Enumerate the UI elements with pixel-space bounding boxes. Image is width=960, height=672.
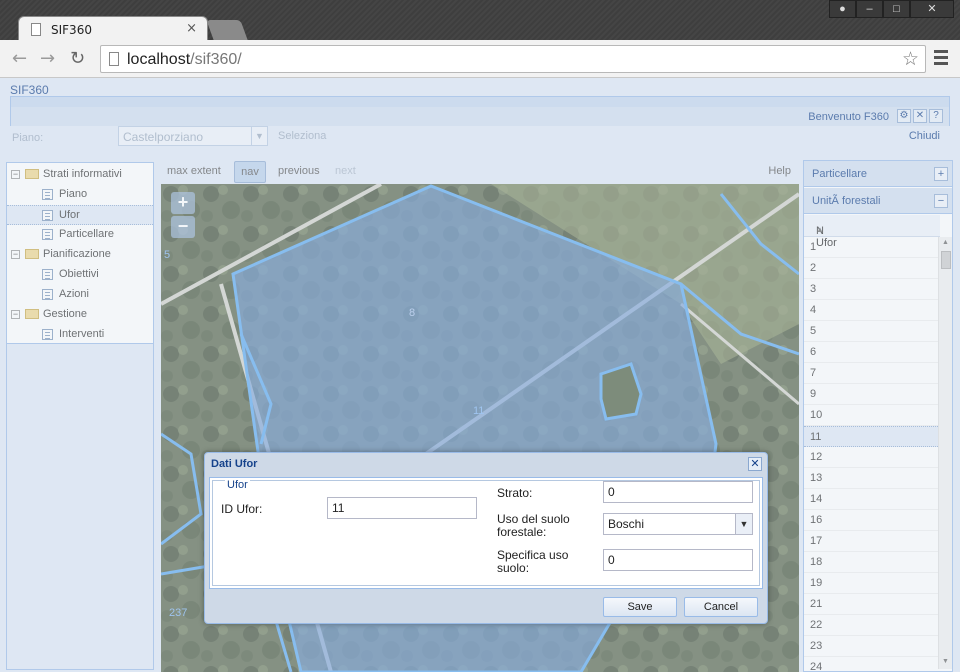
uso-suolo-label: Uso del suolo forestale: [497,512,570,539]
browser-tab[interactable]: SIF360 × [18,16,208,42]
dati-ufor-dialog: Dati Ufor ✕ Ufor ID Ufor: 11 Strato: 0 U… [204,452,768,624]
menu-icon[interactable] [934,50,948,68]
browser-toolbar: ← → ↻ localhost/sif360/ ☆ [0,40,960,78]
user-icon[interactable]: ● [829,0,856,18]
tab-close-icon[interactable]: × [186,21,197,36]
forward-arrow-icon[interactable]: → [40,48,55,69]
ufor-fieldset: Ufor ID Ufor: 11 Strato: 0 Uso del suolo… [212,479,760,586]
cancel-button[interactable]: Cancel [684,597,758,617]
reload-icon[interactable]: ↻ [70,48,85,69]
id-ufor-field[interactable]: 11 [327,497,477,519]
strato-label: Strato: [497,486,533,500]
page-icon [31,23,41,36]
dialog-body: Ufor ID Ufor: 11 Strato: 0 Uso del suolo… [209,477,763,589]
maximize-button[interactable]: □ [883,0,910,18]
bookmark-star-icon[interactable]: ☆ [902,48,919,71]
minimize-button[interactable]: – [856,0,883,18]
strato-field[interactable]: 0 [603,481,753,503]
dialog-title: Dati Ufor [211,458,258,470]
fieldset-legend: Ufor [225,479,250,491]
back-arrow-icon[interactable]: ← [12,48,27,69]
specifica-uso-label: Specifica uso suolo: [497,548,569,575]
window-controls: ● – □ ✕ [829,0,954,18]
page-icon [109,52,119,66]
url-text[interactable]: localhost/sif360/ [127,51,242,69]
close-icon[interactable]: ✕ [748,457,762,471]
uso-suolo-select[interactable]: Boschi ▼ [603,513,753,535]
id-ufor-label: ID Ufor: [221,502,263,516]
address-bar[interactable]: localhost/sif360/ ☆ [100,45,926,73]
new-tab-button[interactable] [206,20,248,40]
save-button[interactable]: Save [603,597,677,617]
chevron-down-icon[interactable]: ▼ [735,514,752,534]
close-window-button[interactable]: ✕ [910,0,954,18]
browser-titlebar: SIF360 × ● – □ ✕ [0,0,960,42]
specifica-uso-field[interactable]: 0 [603,549,753,571]
tab-title: SIF360 [51,23,92,37]
